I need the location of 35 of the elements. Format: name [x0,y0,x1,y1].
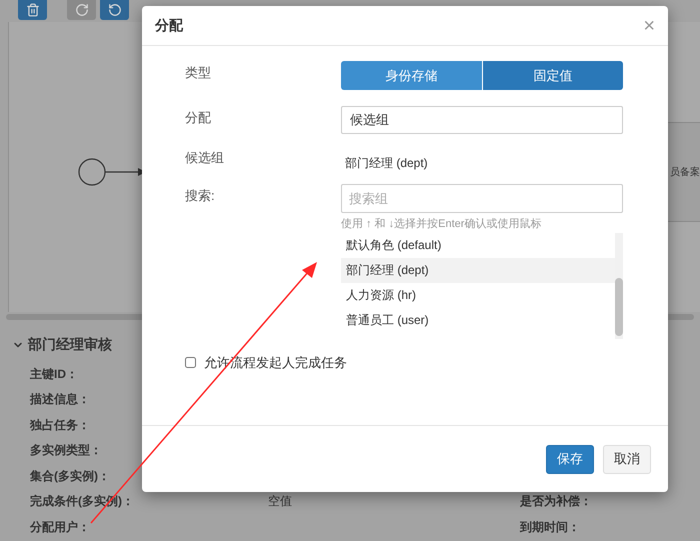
search-result[interactable]: 人力资源 (hr) [341,282,615,308]
field-label: 分配 [185,109,212,127]
initiator-checkbox[interactable] [185,356,196,368]
field-label: 搜索: [185,187,216,205]
property-label: 描述信息： [30,391,91,408]
property-label: 主键ID： [30,366,79,383]
task-node-label: 员备案 [670,166,700,180]
candidate-group-value: 部门经理 (dept) [344,155,428,172]
property-label: 分配用户： [30,518,91,536]
delete-icon [26,3,40,17]
assign-field[interactable]: 候选组 [341,106,623,134]
property-label: 独占任务： [30,416,91,434]
save-button[interactable]: 保存 [546,444,594,474]
property-label: 是否为补偿： [520,493,592,510]
search-field[interactable]: 搜索组 [341,184,623,213]
property-value: 空值 [268,494,292,508]
undo-button[interactable] [100,0,129,20]
section-title: 部门经理审核 [28,335,112,354]
property-label: 到期时间： [520,518,580,536]
search-result[interactable]: 默认角色 (default) [341,232,615,258]
redo-icon [74,3,88,17]
undo-icon [108,3,122,17]
search-hint: 使用 ↑ 和 ↓选择并按Enter确认或使用鼠标 [341,216,542,232]
search-result[interactable]: 部门经理 (dept) [341,258,615,282]
delete-button[interactable] [18,0,47,20]
vertical-scrollbar[interactable] [615,232,623,338]
type-toggle[interactable]: 固定值 [482,61,623,90]
field-label: 候选组 [185,149,225,167]
cancel-button[interactable]: 取消 [603,444,651,474]
property-label: 集合(多实例)： [30,468,111,485]
property-label: 多实例类型： [30,442,103,460]
scrollbar-thumb[interactable] [615,278,623,336]
search-result[interactable]: 普通员工 (user) [341,308,615,332]
dialog-title: 分配 [155,16,183,35]
field-label: 类型 [185,64,212,82]
